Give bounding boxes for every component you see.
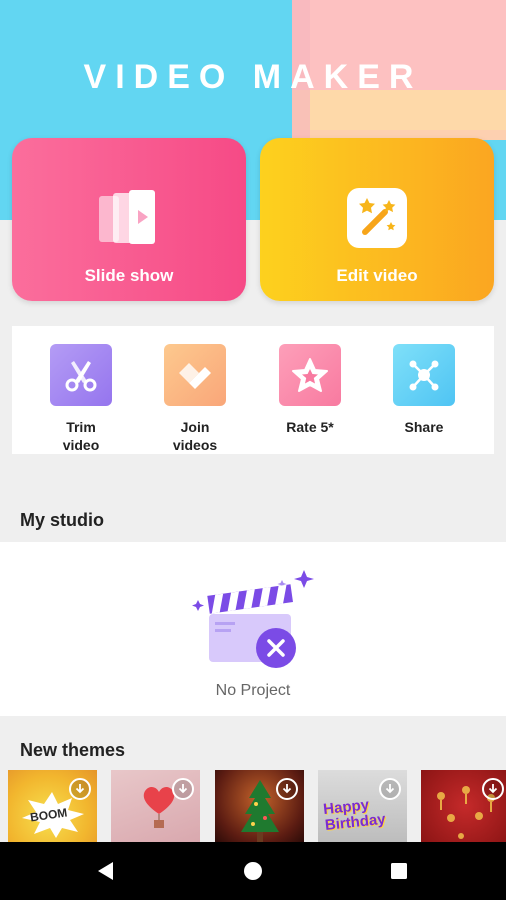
download-icon[interactable] [482, 778, 504, 800]
magic-wand-icon [347, 188, 407, 248]
download-icon[interactable] [69, 778, 91, 800]
back-button[interactable] [76, 842, 136, 900]
edit-video-button[interactable]: Edit video [260, 138, 494, 301]
slideshow-icon [99, 190, 155, 244]
theme-item[interactable]: Happy Birthday [318, 770, 407, 842]
share-icon [393, 344, 455, 406]
share-label: Share [404, 419, 444, 435]
app-title: VIDEO MAKER [83, 58, 423, 96]
theme-item[interactable] [215, 770, 304, 842]
rate-label: Rate 5* [286, 419, 334, 435]
download-icon[interactable] [276, 778, 298, 800]
recents-button[interactable] [369, 842, 429, 900]
no-project-text: No Project [215, 682, 291, 699]
navigation-bar [0, 842, 506, 900]
rate-button[interactable]: Rate 5* [265, 344, 355, 436]
share-button[interactable]: Share [379, 344, 469, 436]
home-button[interactable] [223, 842, 283, 900]
home-icon [244, 862, 262, 880]
trim-video-button[interactable]: Trim video [36, 344, 126, 454]
theme-christmas-tree [241, 780, 279, 842]
theme-item[interactable]: BOOM [8, 770, 97, 842]
slide-show-label: Slide show [84, 266, 174, 285]
join-icon [164, 344, 226, 406]
join-videos-button[interactable]: Join videos [150, 344, 240, 454]
download-icon[interactable] [172, 778, 194, 800]
join-videos-label: Join videos [172, 419, 218, 453]
theme-item[interactable] [421, 770, 506, 842]
empty-project-icon [192, 570, 314, 668]
tools-panel: Trim video Join videos Rate 5* Share [12, 326, 494, 454]
new-themes-title: New themes [20, 740, 126, 760]
studio-panel: No Project [0, 542, 506, 716]
recents-icon [391, 863, 407, 879]
theme-item[interactable] [111, 770, 200, 842]
download-icon[interactable] [379, 778, 401, 800]
my-studio-title: My studio [20, 510, 104, 530]
trim-video-label: Trim video [62, 419, 100, 453]
star-icon [279, 344, 341, 406]
slide-show-button[interactable]: Slide show [12, 138, 246, 301]
theme-text: Happy Birthday [322, 796, 387, 834]
back-icon [98, 862, 113, 880]
themes-row[interactable]: BOOM Happy Birthday [0, 770, 506, 842]
edit-video-label: Edit video [336, 266, 418, 285]
scissors-icon [50, 344, 112, 406]
